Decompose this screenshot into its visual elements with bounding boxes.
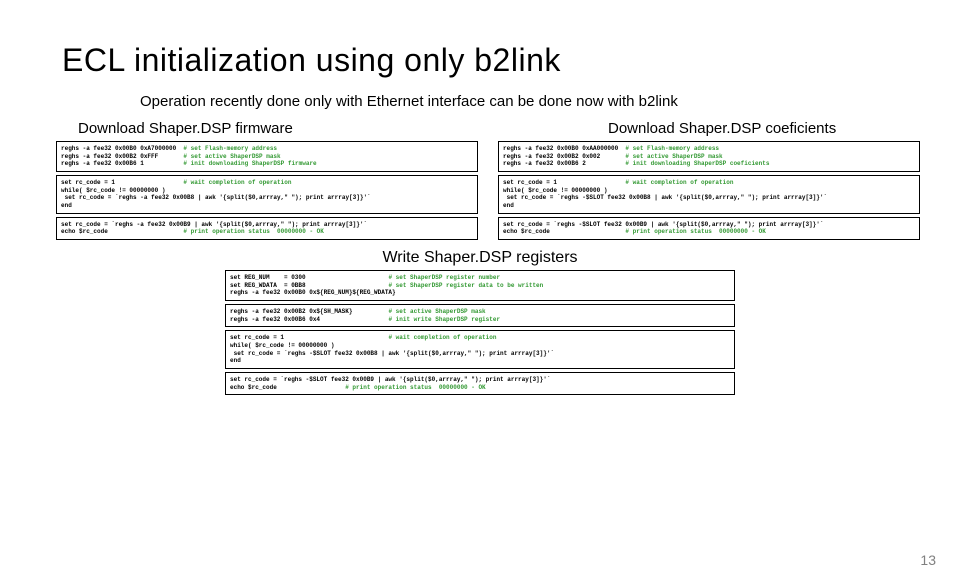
left-column: Download Shaper.DSP firmware reghs -a fe…	[56, 120, 478, 243]
code-comment: # set active ShaperDSP mask	[388, 308, 485, 315]
code-comment: # init downloading ShaperDSP firmware	[183, 160, 316, 167]
right-code-box-2: set rc_code = 1 # wait completion of ope…	[498, 175, 920, 214]
right-code-box-1: reghs -a fee32 0x00B0 0xAA000000 # set F…	[498, 141, 920, 172]
bottom-section-label: Write Shaper.DSP registers	[0, 249, 960, 267]
code-comment: # set active ShaperDSP mask	[183, 153, 280, 160]
bottom-code-box-4: set rc_code = `reghs -$SLOT fee32 0x00B9…	[225, 372, 735, 395]
left-code-box-2: set rc_code = 1 # wait completion of ope…	[56, 175, 478, 214]
code-comment: # wait completion of operation	[388, 334, 496, 341]
code-cmd: reghs -a fee32 0x00B2 0x${SH_MASK} # set…	[230, 308, 500, 323]
right-code-box-3: set rc_code = `reghs -$SLOT fee32 0x00B9…	[498, 217, 920, 240]
bottom-code-box-2: reghs -a fee32 0x00B2 0x${SH_MASK} # set…	[225, 304, 735, 327]
right-section-label: Download Shaper.DSP coeficients	[608, 120, 920, 137]
left-code-box-1: reghs -a fee32 0x00B0 0xA7000000 # set F…	[56, 141, 478, 172]
bottom-code-box-1: set REG_NUM = 0300 # set ShaperDSP regis…	[225, 270, 735, 301]
right-column: Download Shaper.DSP coeficients reghs -a…	[498, 120, 920, 243]
code-cmd: set REG_NUM = 0300 # set ShaperDSP regis…	[230, 274, 543, 296]
page-number: 13	[920, 552, 936, 568]
code-comment: # set ShaperDSP register number	[388, 274, 500, 281]
top-row: Download Shaper.DSP firmware reghs -a fe…	[0, 120, 960, 243]
left-code-box-3: set rc_code = `reghs -a fee32 0x00B9 | a…	[56, 217, 478, 240]
page-title: ECL initialization using only b2link	[62, 42, 960, 79]
code-comment: # init downloading ShaperDSP coeficients	[625, 160, 769, 167]
code-body: set rc_code = 1 # wait completion of ope…	[230, 334, 554, 364]
code-comment: # set Flash-memory address	[625, 145, 719, 152]
code-body: set rc_code = `reghs -$SLOT fee32 0x00B9…	[503, 221, 823, 236]
code-comment: # wait completion of operation	[183, 179, 291, 186]
bottom-column: set REG_NUM = 0300 # set ShaperDSP regis…	[0, 270, 960, 395]
code-comment: # set ShaperDSP register data to be writ…	[388, 282, 543, 289]
code-comment: # wait completion of operation	[625, 179, 733, 186]
code-comment: # print operation status 00000000 - OK	[183, 228, 323, 235]
code-comment: # init write ShaperDSP register	[388, 316, 500, 323]
code-cmd: reghs -a fee32 0x00B0 0xA7000000 # set F…	[61, 145, 317, 167]
code-body: set rc_code = 1 # wait completion of ope…	[503, 179, 827, 209]
code-body: set rc_code = 1 # wait completion of ope…	[61, 179, 371, 209]
code-cmd: reghs -a fee32 0x00B0 0xAA000000 # set F…	[503, 145, 769, 167]
bottom-code-box-3: set rc_code = 1 # wait completion of ope…	[225, 330, 735, 369]
left-section-label: Download Shaper.DSP firmware	[78, 120, 478, 137]
code-comment: # print operation status 00000000 - OK	[625, 228, 765, 235]
code-comment: # set Flash-memory address	[183, 145, 277, 152]
code-comment: # set active ShaperDSP mask	[625, 153, 722, 160]
code-comment: # print operation status 00000000 - OK	[345, 384, 485, 391]
page-subtitle: Operation recently done only with Ethern…	[140, 93, 960, 110]
code-body: set rc_code = `reghs -$SLOT fee32 0x00B9…	[230, 376, 550, 391]
code-body: set rc_code = `reghs -a fee32 0x00B9 | a…	[61, 221, 367, 236]
